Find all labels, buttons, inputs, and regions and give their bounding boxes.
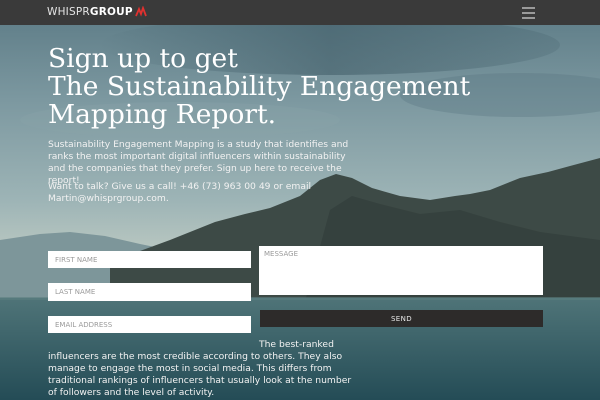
logo-text-bold: GROUP (89, 6, 133, 18)
hamburger-menu-icon[interactable] (522, 7, 536, 19)
logo-signal-icon (134, 6, 147, 17)
first-name-field[interactable] (48, 251, 251, 268)
send-button[interactable]: SEND (260, 310, 543, 327)
title-line-3: Mapping Report. (48, 99, 277, 130)
email-field[interactable] (48, 316, 251, 333)
page-title: Sign up to get The Sustainability Engage… (48, 45, 568, 129)
title-line-1: Sign up to get (48, 43, 238, 74)
message-field[interactable] (259, 246, 543, 295)
logo-text-light: WHISPR (47, 6, 90, 18)
last-name-field[interactable] (48, 283, 251, 301)
influencer-description: The best-ranked influencers are the most… (48, 339, 352, 398)
signup-section: Sign up to get The Sustainability Engage… (0, 0, 600, 400)
whisprgroup-logo[interactable]: WHISPR GROUP (47, 5, 147, 19)
top-navigation-bar: WHISPR GROUP (0, 0, 600, 25)
title-line-2: The Sustainability Engagement (48, 71, 471, 102)
contact-paragraph: Want to talk? Give us a call! +46 (73) 9… (48, 181, 312, 204)
intro-paragraph: Sustainability Engagement Mapping is a s… (48, 139, 349, 186)
